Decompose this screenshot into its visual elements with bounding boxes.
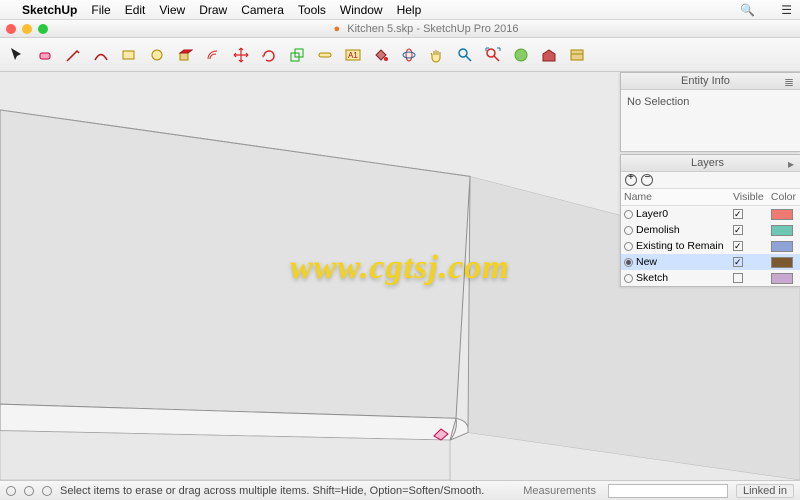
layer-color-swatch[interactable] [771,209,793,220]
layer-name: New [636,256,657,268]
scale-tool[interactable] [286,44,308,66]
add-layer-button[interactable] [625,174,637,186]
status-indicator-3-icon[interactable] [42,486,52,496]
svg-text:A1: A1 [348,51,358,60]
layer-row[interactable]: Sketch [621,270,800,286]
layers-panel: Layers ▸ Name Visible Color Layer0 Demoli… [620,154,800,287]
eraser-cursor-icon [432,427,450,441]
status-indicator-2-icon[interactable] [24,486,34,496]
layer-color-swatch[interactable] [771,241,793,252]
main-toolbar: A1 [0,38,800,72]
layer-name: Sketch [636,272,668,284]
rotate-tool[interactable] [258,44,280,66]
offset-tool[interactable] [202,44,224,66]
linkedin-badge: Linked in [736,484,794,498]
layers-col-name[interactable]: Name [621,189,730,206]
layer-active-radio[interactable] [624,242,633,251]
layer-color-swatch[interactable] [771,257,793,268]
menu-extra-icon[interactable]: ☰ [781,3,792,17]
entity-info-header[interactable]: Entity Info ≣ [621,73,800,90]
window-title: ● Kitchen 5.skp - SketchUp Pro 2016 [58,23,794,35]
measurements-input[interactable] [608,484,728,498]
window-titlebar: ● Kitchen 5.skp - SketchUp Pro 2016 [0,20,800,38]
measurements-label: Measurements [523,485,596,497]
entity-info-selection: No Selection [627,94,794,110]
status-indicator-1-icon[interactable] [6,486,16,496]
layer-active-radio[interactable] [624,226,633,235]
layers-menu-icon[interactable]: ▸ [788,157,794,171]
menu-help[interactable]: Help [397,3,422,17]
layer-row[interactable]: Demolish [621,222,800,238]
extension-warehouse-tool[interactable] [566,44,588,66]
3d-warehouse-tool[interactable] [538,44,560,66]
layers-title: Layers [691,157,724,169]
traffic-lights [6,24,48,34]
layer-row[interactable]: Existing to Remain [621,238,800,254]
layers-col-color[interactable]: Color [768,189,800,206]
layer-row[interactable]: New [621,254,800,270]
entity-info-menu-icon[interactable]: ≣ [784,75,794,89]
remove-layer-button[interactable] [641,174,653,186]
eraser-tool[interactable] [34,44,56,66]
layer-active-radio[interactable] [624,274,633,283]
menu-draw[interactable]: Draw [199,3,227,17]
layer-active-radio[interactable] [624,210,633,219]
layer-name: Demolish [636,224,680,236]
menu-camera[interactable]: Camera [241,3,284,17]
orbit-tool[interactable] [398,44,420,66]
arc-tool[interactable] [90,44,112,66]
document-modified-dot-icon: ● [334,23,341,35]
layer-visible-checkbox[interactable] [733,209,743,219]
status-hint: Select items to erase or drag across mul… [60,485,515,497]
text-tool[interactable]: A1 [342,44,364,66]
paint-bucket-tool[interactable] [370,44,392,66]
zoom-window-button[interactable] [38,24,48,34]
rectangle-tool[interactable] [118,44,140,66]
app-window: ● Kitchen 5.skp - SketchUp Pro 2016 A1 [0,20,800,500]
mac-menubar: SketchUp File Edit View Draw Camera Tool… [0,0,800,20]
layer-visible-checkbox[interactable] [733,257,743,267]
layer-name: Layer0 [636,208,668,220]
entity-info-title: Entity Info [681,75,730,87]
circle-tool[interactable] [146,44,168,66]
work-area: www.cgtsj.com Entity Info ≣ No Selection… [0,72,800,480]
layer-active-radio[interactable] [624,258,633,267]
app-menu[interactable]: SketchUp [22,3,77,17]
search-icon[interactable]: 🔍 [740,3,755,17]
menu-file[interactable]: File [91,3,110,17]
zoom-tool[interactable] [454,44,476,66]
zoom-extents-tool[interactable] [482,44,504,66]
status-bar: Select items to erase or drag across mul… [0,480,800,500]
layer-color-swatch[interactable] [771,225,793,236]
layer-visible-checkbox[interactable] [733,225,743,235]
tape-measure-tool[interactable] [314,44,336,66]
minimize-window-button[interactable] [22,24,32,34]
layer-row[interactable]: Layer0 [621,206,800,223]
add-location-tool[interactable] [510,44,532,66]
pushpull-tool[interactable] [174,44,196,66]
layers-table: Name Visible Color Layer0 Demolish Existin… [621,189,800,286]
menu-view[interactable]: View [159,3,185,17]
layer-visible-checkbox[interactable] [733,241,743,251]
entity-info-panel: Entity Info ≣ No Selection [620,72,800,152]
select-tool[interactable] [6,44,28,66]
menu-edit[interactable]: Edit [125,3,146,17]
layers-col-visible[interactable]: Visible [730,189,768,206]
layer-name: Existing to Remain [636,240,724,252]
watermark-text: www.cgtsj.com [290,249,510,287]
layer-visible-checkbox[interactable] [733,273,743,283]
menu-window[interactable]: Window [340,3,383,17]
menu-tools[interactable]: Tools [298,3,326,17]
line-tool[interactable] [62,44,84,66]
document-title: Kitchen 5.skp - SketchUp Pro 2016 [347,23,518,35]
layer-color-swatch[interactable] [771,273,793,284]
pan-tool[interactable] [426,44,448,66]
move-tool[interactable] [230,44,252,66]
layers-header[interactable]: Layers ▸ [621,155,800,172]
close-window-button[interactable] [6,24,16,34]
